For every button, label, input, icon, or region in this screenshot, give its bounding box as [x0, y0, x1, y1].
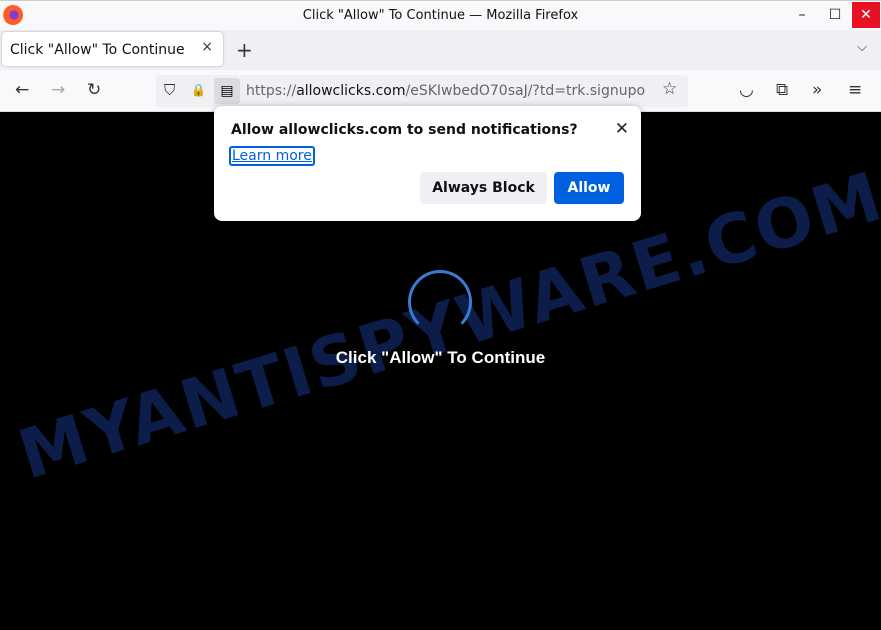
maximize-button[interactable]: ☐ — [820, 1, 850, 29]
bookmark-star-icon[interactable]: ☆ — [662, 79, 677, 99]
overflow-menu-icon[interactable]: » — [812, 80, 822, 100]
list-all-tabs-button[interactable]: ⌵ — [857, 40, 867, 55]
url-text[interactable]: https://allowclicks.com/eSKIwbedO70saJ/?… — [246, 83, 654, 99]
extensions-icon[interactable]: ⧉ — [776, 80, 788, 100]
tab-active[interactable]: Click "Allow" To Continue × — [2, 32, 223, 66]
always-block-button[interactable]: Always Block — [420, 172, 547, 204]
tab-bar: Click "Allow" To Continue × + ⌵ — [0, 30, 881, 70]
url-scheme: https:// — [246, 83, 297, 99]
close-window-button[interactable]: ✕ — [852, 2, 880, 28]
window-title: Click "Allow" To Continue — Mozilla Fire… — [302, 8, 579, 23]
app-menu-icon[interactable]: ≡ — [848, 80, 862, 100]
popup-close-icon[interactable]: ✕ — [615, 119, 629, 139]
reload-button[interactable]: ↻ — [87, 80, 101, 100]
new-tab-button[interactable]: + — [236, 38, 253, 62]
tab-label: Click "Allow" To Continue — [10, 42, 185, 58]
url-host: allowclicks.com — [296, 83, 406, 99]
allow-button[interactable]: Allow — [554, 172, 624, 204]
loading-spinner — [408, 270, 472, 334]
lock-icon[interactable]: 🔒 — [191, 83, 206, 97]
minimize-button[interactable]: – — [787, 1, 817, 29]
learn-more-link[interactable]: Learn more — [229, 146, 315, 166]
popup-title: Allow allowclicks.com to send notificati… — [231, 122, 578, 138]
url-path: /eSKIwbedO70saJ/?td=trk.signupo — [405, 83, 646, 99]
tab-close-icon[interactable]: × — [201, 39, 213, 55]
page-message: Click "Allow" To Continue — [335, 348, 546, 367]
forward-button[interactable]: → — [51, 80, 65, 100]
notification-permission-popup: Allow allowclicks.com to send notificati… — [214, 106, 641, 221]
url-bar[interactable]: ⛉ 🔒 ▤ https://allowclicks.com/eSKIwbedO7… — [156, 75, 688, 107]
notification-permission-icon[interactable]: ▤ — [214, 78, 240, 104]
shield-icon[interactable]: ⛉ — [164, 81, 175, 99]
back-button[interactable]: ← — [15, 80, 29, 100]
title-bar: Click "Allow" To Continue — Mozilla Fire… — [0, 0, 881, 30]
pocket-icon[interactable]: ◡ — [739, 80, 754, 100]
